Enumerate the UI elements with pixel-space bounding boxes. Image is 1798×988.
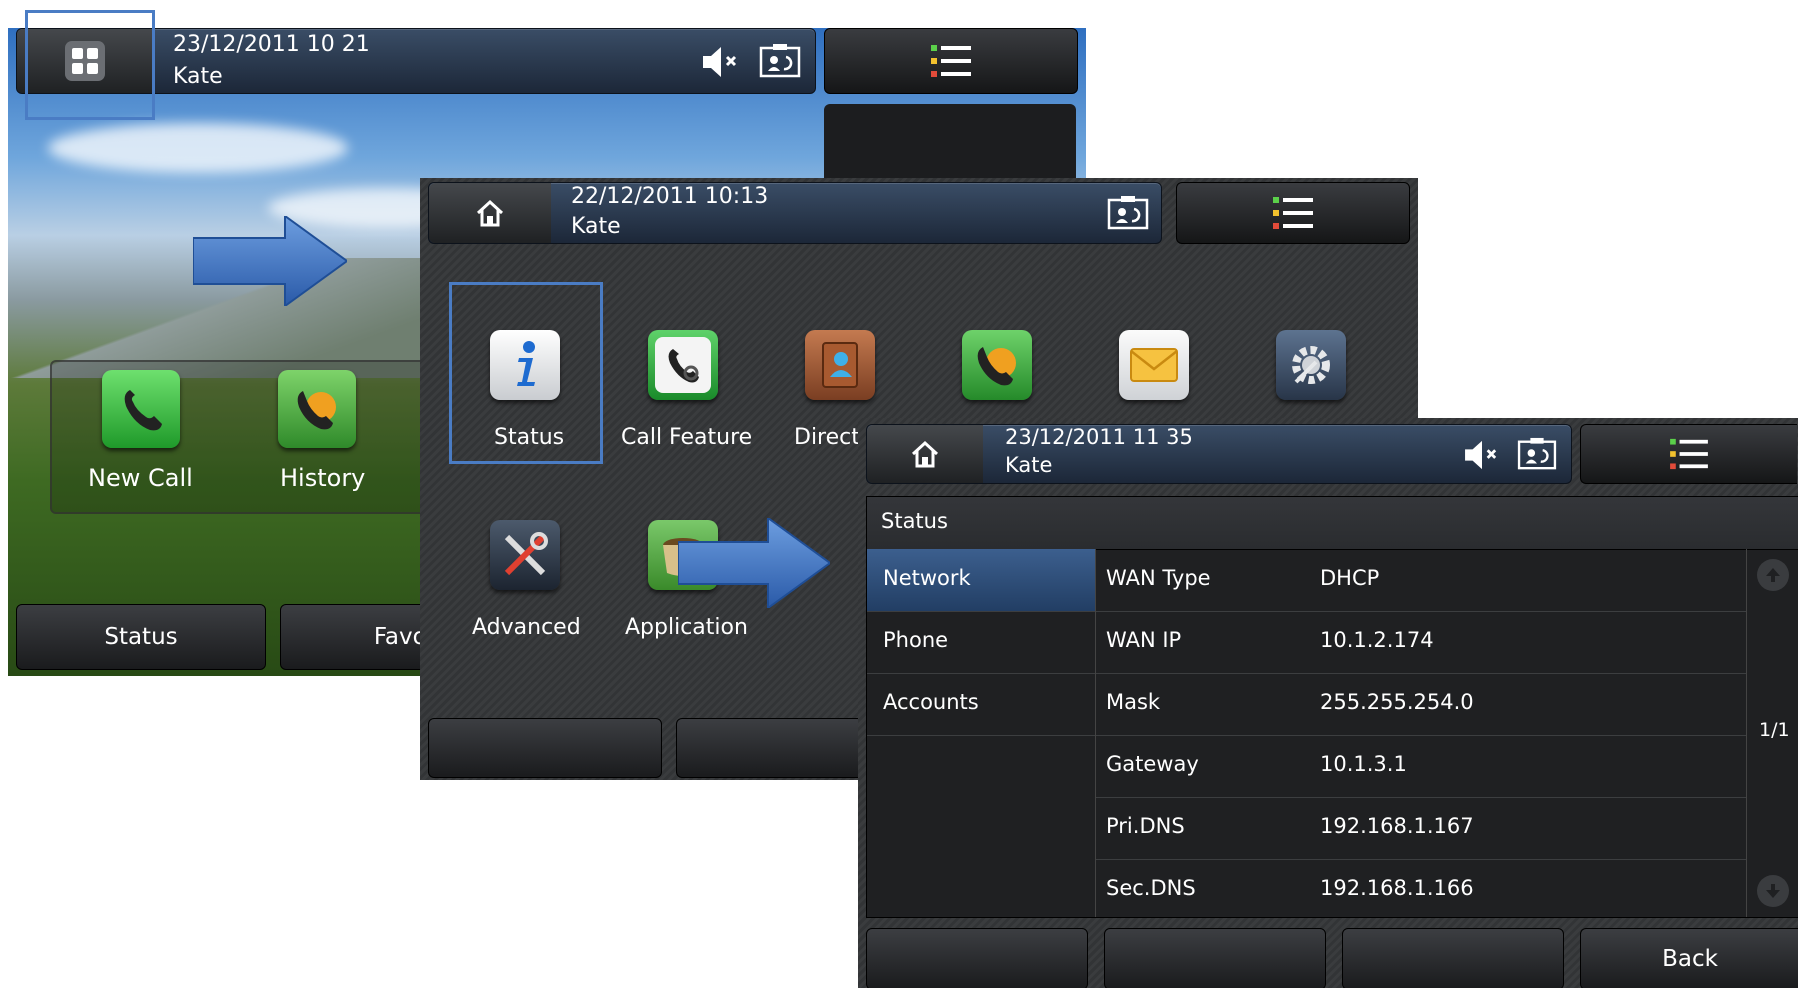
row-value: DHCP bbox=[1320, 566, 1380, 590]
app-history[interactable] bbox=[962, 330, 1032, 400]
tab-accounts-label: Accounts bbox=[883, 690, 979, 714]
history-icon bbox=[297, 391, 336, 430]
home-button[interactable] bbox=[867, 425, 983, 483]
tab-network[interactable]: Network bbox=[867, 549, 1095, 612]
app-advanced[interactable] bbox=[490, 520, 560, 590]
datetime: 22/12/2011 10:13 bbox=[571, 184, 769, 209]
user-name: Kate bbox=[1005, 453, 1053, 477]
arrow-down-icon bbox=[1766, 884, 1780, 898]
row-label: Pri.DNS bbox=[1106, 814, 1185, 838]
menu-list-icon bbox=[1670, 438, 1708, 470]
home-icon bbox=[911, 440, 939, 468]
tab-accounts[interactable]: Accounts bbox=[867, 673, 1095, 736]
softkey-1[interactable] bbox=[866, 928, 1088, 988]
contact-card-icon[interactable] bbox=[759, 43, 801, 79]
settings-icon bbox=[1292, 346, 1330, 384]
arrow-up-icon bbox=[1766, 568, 1780, 582]
app-call-feature[interactable] bbox=[648, 330, 718, 400]
dock-label-history: History bbox=[280, 464, 366, 492]
call-feature-icon bbox=[655, 337, 711, 393]
tools-icon bbox=[504, 532, 548, 576]
panel-header: Status bbox=[867, 497, 1798, 550]
contact-card-icon[interactable] bbox=[1517, 437, 1557, 471]
cloud-decoration bbox=[48, 123, 348, 173]
home-icon bbox=[476, 199, 504, 227]
app-label-advanced: Advanced bbox=[472, 615, 581, 640]
status-softkey[interactable]: Status bbox=[16, 604, 266, 670]
history-icon bbox=[977, 347, 1016, 386]
softkey-3[interactable] bbox=[1342, 928, 1564, 988]
status-panel: Status Network Phone Accounts WAN Type D… bbox=[866, 496, 1798, 918]
menu-button[interactable] bbox=[824, 28, 1078, 94]
status-softkey-label: Status bbox=[104, 624, 178, 650]
status-bar: 22/12/2011 10:13 Kate bbox=[428, 182, 1162, 244]
row-value: 192.168.1.166 bbox=[1320, 876, 1474, 900]
menu-button[interactable] bbox=[1176, 182, 1410, 244]
arrow-right-icon bbox=[193, 216, 347, 306]
app-directory[interactable] bbox=[805, 330, 875, 400]
back-button[interactable]: Back bbox=[1580, 928, 1798, 988]
row-label: WAN IP bbox=[1106, 628, 1182, 652]
tab-list: Network Phone Accounts bbox=[867, 549, 1096, 917]
row-label: Mask bbox=[1106, 690, 1161, 714]
user-name: Kate bbox=[571, 214, 621, 239]
mute-icon[interactable] bbox=[701, 45, 741, 79]
dock: New Call History bbox=[50, 360, 454, 514]
row-value: 10.1.3.1 bbox=[1320, 752, 1407, 776]
history-button[interactable] bbox=[278, 370, 356, 448]
row-value: 192.168.1.167 bbox=[1320, 814, 1474, 838]
softkey-1[interactable] bbox=[428, 718, 662, 778]
phone-icon bbox=[124, 390, 162, 431]
softkey-2[interactable] bbox=[1104, 928, 1326, 988]
arrow-right-icon bbox=[678, 518, 830, 608]
row-label: Gateway bbox=[1106, 752, 1199, 776]
tab-phone-label: Phone bbox=[883, 628, 949, 652]
panel-title: Status bbox=[881, 509, 948, 533]
back-button-label: Back bbox=[1662, 946, 1718, 972]
datetime: 23/12/2011 11 35 bbox=[1005, 425, 1193, 449]
menu-list-icon bbox=[931, 45, 971, 77]
table-row: Sec.DNS 192.168.1.166 bbox=[1096, 859, 1746, 921]
tab-network-label: Network bbox=[883, 566, 971, 590]
contact-card-icon[interactable] bbox=[1107, 195, 1149, 231]
table-row: Mask 255.255.254.0 bbox=[1096, 673, 1746, 736]
apps-button-highlight bbox=[25, 10, 155, 120]
mute-icon[interactable] bbox=[1463, 439, 1501, 471]
row-value: 10.1.2.174 bbox=[1320, 628, 1434, 652]
app-message[interactable] bbox=[1119, 330, 1189, 400]
directory-icon bbox=[822, 342, 858, 388]
tab-phone[interactable]: Phone bbox=[867, 611, 1095, 674]
status-bar: 23/12/2011 11 35 Kate bbox=[866, 424, 1572, 484]
table-row: WAN Type DHCP bbox=[1096, 549, 1746, 612]
datetime: 23/12/2011 10 21 bbox=[173, 32, 370, 57]
scroll-down-button[interactable] bbox=[1757, 875, 1789, 907]
home-button[interactable] bbox=[429, 183, 551, 243]
row-value: 255.255.254.0 bbox=[1320, 690, 1474, 714]
status-screen: 23/12/2011 11 35 Kate Status Network Pho… bbox=[858, 418, 1798, 988]
app-label-call-feature: Call Feature bbox=[621, 425, 753, 450]
app-settings[interactable] bbox=[1276, 330, 1346, 400]
row-label: WAN Type bbox=[1106, 566, 1211, 590]
menu-list-icon bbox=[1273, 197, 1313, 229]
app-label-application: Application bbox=[625, 615, 748, 640]
user-name: Kate bbox=[173, 64, 223, 89]
menu-button[interactable] bbox=[1580, 424, 1797, 484]
table-row: Gateway 10.1.3.1 bbox=[1096, 735, 1746, 798]
row-label: Sec.DNS bbox=[1106, 876, 1196, 900]
status-table: WAN Type DHCP WAN IP 10.1.2.174 Mask 255… bbox=[1096, 549, 1747, 917]
new-call-button[interactable] bbox=[102, 370, 180, 448]
scroll-column: 1/1 bbox=[1747, 549, 1798, 917]
table-row: Pri.DNS 192.168.1.167 bbox=[1096, 797, 1746, 860]
page-indicator: 1/1 bbox=[1759, 719, 1790, 741]
table-row: WAN IP 10.1.2.174 bbox=[1096, 611, 1746, 674]
message-icon bbox=[1130, 348, 1178, 382]
scroll-up-button[interactable] bbox=[1757, 559, 1789, 591]
status-app-highlight bbox=[449, 282, 603, 464]
dock-label-new-call: New Call bbox=[88, 464, 193, 492]
